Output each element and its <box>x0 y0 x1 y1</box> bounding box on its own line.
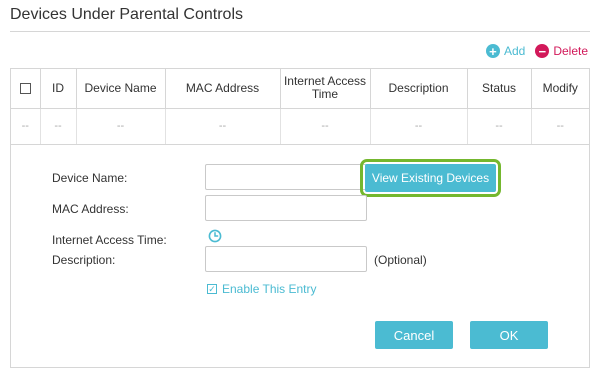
table-cell: -- <box>76 108 166 145</box>
checkmark-icon: ✓ <box>207 283 217 294</box>
col-header-description: Description <box>370 69 468 109</box>
table-header-row: ID Device Name MAC Address Internet Acce… <box>11 69 589 109</box>
devices-panel: ID Device Name MAC Address Internet Acce… <box>10 68 590 368</box>
table-row: -- -- -- -- -- -- -- -- <box>11 108 589 145</box>
col-header-device-name: Device Name <box>76 69 166 109</box>
mac-address-input[interactable] <box>205 195 367 221</box>
table-cell: -- <box>11 108 41 145</box>
page-title: Devices Under Parental Controls <box>10 6 243 23</box>
cancel-button[interactable]: Cancel <box>375 321 453 349</box>
minus-circle-icon: − <box>535 44 550 58</box>
col-header-internet-access-time: Internet Access Time <box>280 69 371 109</box>
toolbar: + Add − Delete <box>485 44 588 58</box>
table-cell: -- <box>467 108 532 145</box>
devices-table: ID Device Name MAC Address Internet Acce… <box>11 69 589 145</box>
table-cell: -- <box>531 108 589 145</box>
table-cell: -- <box>280 108 371 145</box>
delete-label: Delete <box>553 44 588 58</box>
add-device-form: Device Name: View Existing Devices MAC A… <box>11 144 589 368</box>
internet-access-time-label: Internet Access Time: <box>52 233 167 247</box>
view-existing-devices-button[interactable]: View Existing Devices <box>365 164 496 192</box>
table-cell: -- <box>40 108 77 145</box>
col-header-id: ID <box>40 69 77 109</box>
plus-circle-icon: + <box>485 44 500 58</box>
device-name-input[interactable] <box>205 164 367 190</box>
table-cell: -- <box>165 108 281 145</box>
description-label: Description: <box>52 253 116 267</box>
add-button[interactable]: + Add <box>485 44 526 58</box>
ok-button[interactable]: OK <box>470 321 548 349</box>
mac-address-label: MAC Address: <box>52 202 129 216</box>
select-all-cell <box>11 69 41 109</box>
delete-button[interactable]: − Delete <box>535 44 588 58</box>
description-input[interactable] <box>205 246 367 272</box>
title-divider <box>10 31 590 32</box>
clock-icon[interactable] <box>208 229 222 243</box>
select-all-checkbox[interactable] <box>19 83 31 95</box>
col-header-modify: Modify <box>531 69 589 109</box>
description-optional-hint: (Optional) <box>374 253 427 267</box>
add-label: Add <box>503 44 526 58</box>
col-header-status: Status <box>467 69 532 109</box>
device-name-label: Device Name: <box>52 171 128 185</box>
table-cell: -- <box>370 108 468 145</box>
col-header-mac-address: MAC Address <box>165 69 281 109</box>
enable-entry-label: Enable This Entry <box>222 282 317 296</box>
enable-entry-checkbox[interactable]: ✓ Enable This Entry <box>207 282 317 296</box>
